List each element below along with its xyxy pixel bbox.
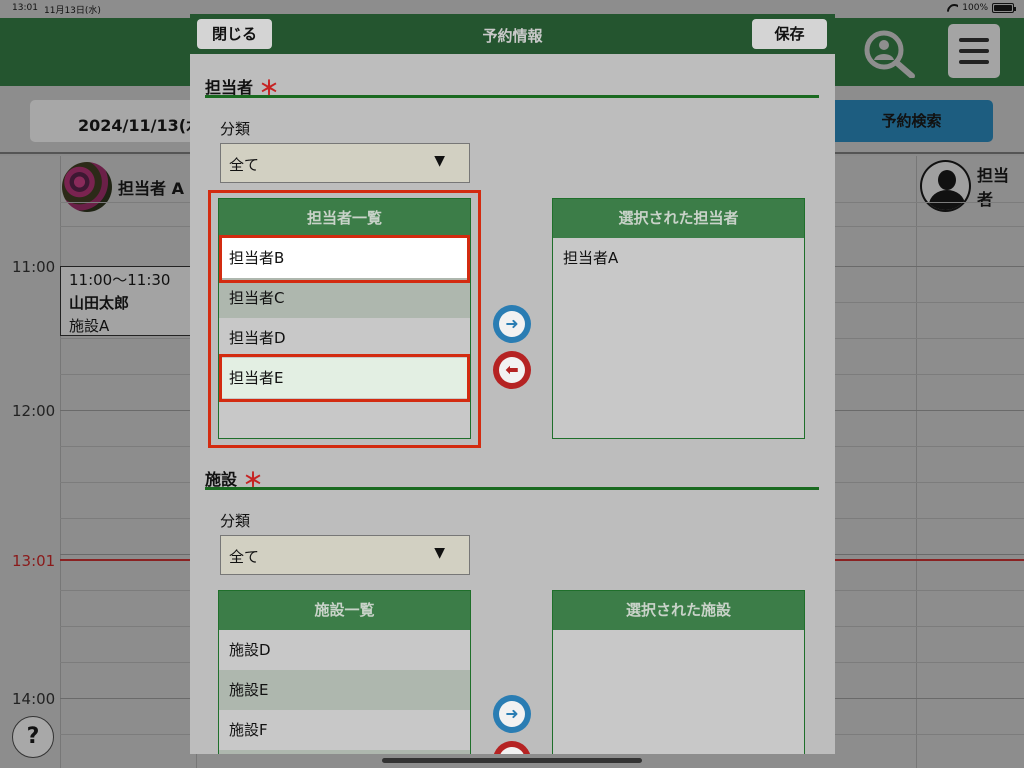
modal-title: 予約情報 <box>482 27 543 45</box>
facility-list-item[interactable] <box>219 750 470 754</box>
remove-staff-button[interactable]: ⬅ <box>493 351 531 389</box>
modal-header: 閉じる 予約情報 保存 <box>190 14 835 54</box>
time-label: 14:00 <box>12 690 56 708</box>
item-highlight <box>219 354 470 402</box>
facility-category-select[interactable]: 全て ▼ <box>220 535 470 575</box>
item-highlight <box>219 235 470 283</box>
home-indicator <box>382 758 642 763</box>
battery-percent: 100% <box>962 3 988 13</box>
add-facility-button[interactable]: ➜ <box>493 695 531 733</box>
battery-icon <box>992 3 1016 13</box>
facility-list-item[interactable]: 施設D <box>219 630 470 670</box>
facility-list-item[interactable]: 施設F <box>219 710 470 750</box>
facility-category-label: 分類 <box>220 512 251 530</box>
staff-column-header-a[interactable]: 担当者 A <box>62 162 184 212</box>
staff-category-label: 分類 <box>220 120 251 138</box>
arrow-left-icon: ⬅ <box>499 747 525 754</box>
reservation-info-modal: 閉じる 予約情報 保存 担当者＊ 分類 全て ▼ 担当者一覧 担当者B 担当者C… <box>190 14 835 754</box>
remove-facility-button[interactable]: ⬅ <box>493 741 531 754</box>
selected-staff-list: 選択された担当者 担当者A <box>552 198 805 439</box>
current-time-label: 13:01 <box>12 552 56 570</box>
triangle-down-icon: ▼ <box>434 545 445 561</box>
add-staff-button[interactable]: ➜ <box>493 305 531 343</box>
arrow-right-icon: ➜ <box>499 311 525 337</box>
hamburger-icon <box>959 38 989 42</box>
staff-name: 担当者 A <box>118 179 184 198</box>
facility-list: 施設一覧 施設D 施設E 施設F <box>218 590 471 754</box>
time-label: 11:00 <box>12 258 56 276</box>
facility-list-item[interactable]: 施設E <box>219 670 470 710</box>
triangle-down-icon: ▼ <box>434 153 445 169</box>
avatar-icon <box>920 160 971 212</box>
selected-facility-header: 選択された施設 <box>553 591 804 630</box>
appointment-facility: 施設A <box>69 317 110 335</box>
facility-list-header: 施設一覧 <box>219 591 470 630</box>
user-search-icon[interactable] <box>862 30 916 78</box>
wifi-icon <box>947 4 958 13</box>
time-label: 12:00 <box>12 402 56 420</box>
save-button[interactable]: 保存 <box>752 19 827 49</box>
arrow-left-icon: ⬅ <box>499 357 525 383</box>
staff-category-select[interactable]: 全て ▼ <box>220 143 470 183</box>
staff-photo <box>62 162 112 212</box>
staff-column-header-right[interactable]: 担当者 <box>920 160 1024 212</box>
reservation-search-button[interactable]: 予約検索 <box>830 100 993 142</box>
selected-facility-list: 選択された施設 <box>552 590 805 754</box>
appointment-customer: 山田太郎 <box>69 294 130 312</box>
status-right: 100% <box>947 3 1016 13</box>
staff-category-value: 全て <box>229 156 260 174</box>
date-picker-button[interactable]: 2024/11/13(水 <box>30 100 200 142</box>
help-button[interactable]: ? <box>12 716 54 758</box>
selected-staff-item[interactable]: 担当者A <box>553 238 804 278</box>
staff-list-highlight <box>208 190 481 448</box>
section-divider <box>205 487 819 490</box>
arrow-right-icon: ➜ <box>499 701 525 727</box>
selected-staff-header: 選択された担当者 <box>553 199 804 238</box>
facility-category-value: 全て <box>229 548 260 566</box>
appointment-time: 11:00～11:30 <box>69 271 171 289</box>
status-date: 11月13日(水) <box>44 6 101 16</box>
appointment-block[interactable]: 11:00～11:30 山田太郎 施設A <box>60 266 192 336</box>
status-time: 13:01 <box>12 3 38 13</box>
section-divider <box>205 95 819 98</box>
menu-button[interactable] <box>948 24 1000 78</box>
